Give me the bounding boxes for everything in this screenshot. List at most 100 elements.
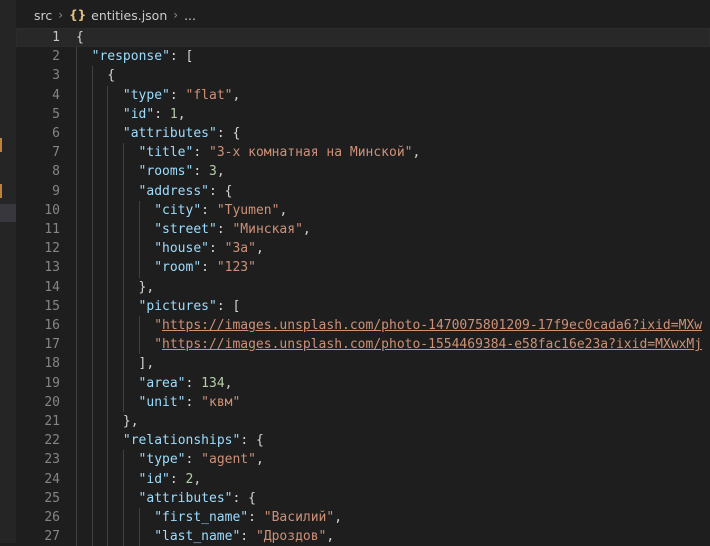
code-token: ], [138,356,155,372]
indent-guide [76,335,77,355]
code-token: : [208,241,225,257]
code-token: : [154,106,170,122]
line-number: 1 [52,30,60,45]
indent-guide [76,316,77,336]
code-text: "response": [ [92,47,194,66]
code-line[interactable]: 8 "rooms": 3, [16,162,710,182]
indent-guide [107,143,109,163]
indent-guide [91,527,93,546]
indent-guide [91,220,93,240]
indent-guide [122,143,124,163]
code-line[interactable]: 11 "street": "Минская", [16,220,710,240]
code-token: : [240,529,256,545]
indent-guide [91,66,93,86]
line-number: 8 [52,164,60,180]
activity-selected-item[interactable] [0,204,16,222]
code-line[interactable]: 17 "https://images.unsplash.com/photo-155… [16,335,710,355]
code-text: "attributes": { [139,489,256,508]
code-token: : [193,145,209,161]
git-modified-marker [0,138,2,152]
code-line[interactable]: 22 "relationships": { [16,431,710,451]
code-line[interactable]: 23 "type": "agent", [16,450,710,470]
indent-guide [76,124,77,144]
code-token: " [154,337,163,353]
code-text: { [107,66,115,85]
activity-bar [0,0,16,543]
code-token: "123" [216,260,256,276]
code-token: "response" [91,49,170,65]
json-file-icon: {} [69,8,87,22]
code-token: "id" [138,471,170,487]
code-line[interactable]: 6 "attributes": { [16,124,710,144]
code-token: "type" [138,452,186,468]
code-line[interactable]: 2 "response": [ [16,47,710,67]
code-line[interactable]: 10 "city": "Tyumen", [16,200,710,220]
indent-guide [107,469,109,489]
code-token: , [177,106,186,122]
indent-guide [107,431,109,451]
code-line[interactable]: 5 "id": 1, [16,104,710,124]
code-line[interactable]: 7 "title": "3-х комнатная на Минской", [16,143,710,163]
breadcrumb-file[interactable]: entities.json [91,8,167,23]
code-text: "room": "123" [154,258,256,277]
code-line[interactable]: 27 "last_name": "Дроздов", [16,527,710,546]
indent-guide [107,104,109,124]
indent-guide [138,508,140,528]
code-token: "title" [138,145,194,161]
code-line[interactable]: 16 "https://images.unsplash.com/photo-147… [16,316,710,336]
code-token: : [185,375,202,391]
code-text: "id": 2, [139,470,202,489]
code-line[interactable]: 14}, [16,277,710,297]
line-number: 2 [52,49,60,65]
code-line[interactable]: 25 "attributes": { [16,488,710,508]
code-token: "area" [138,375,186,391]
code-token: : [169,471,186,487]
chevron-right-icon: › [173,8,179,22]
code-token: "flat" [185,87,233,103]
indent-guide [76,143,77,163]
code-text: "title": "3-х комнатная на Минской", [139,143,421,162]
indent-guide [122,373,124,393]
code-line[interactable]: 4 "type": "flat", [16,85,710,105]
code-line[interactable]: 20 "unit": "квм" [16,392,710,412]
code-token: : [169,87,186,103]
code-token: }, [122,414,139,429]
line-number: 22 [44,433,60,449]
indent-guide [122,450,124,470]
indent-guide [91,181,93,201]
breadcrumb-folder[interactable]: src [34,8,52,23]
line-number: 14 [44,279,60,295]
code-editor[interactable]: 1{2 "response": [3{4 "type": "flat", 5 "id":… [16,28,710,546]
code-line[interactable]: 12 "house": "3a", [16,239,710,259]
code-line[interactable]: 13 "room": "123" [16,258,710,278]
code-token: , [232,87,241,103]
indent-guide [91,162,93,182]
code-text: "pictures": [ [139,297,241,316]
code-line[interactable]: 9 "address": { [16,181,710,201]
code-text: "house": "3a", [154,239,264,258]
indent-guide [76,200,77,220]
indent-guide [76,47,77,67]
code-line[interactable]: 18], [16,354,710,374]
url-link[interactable]: https://images.unsplash.com/photo-147007… [162,318,702,333]
indent-guide [76,239,77,259]
code-line[interactable]: 1{ [16,28,710,48]
code-line[interactable]: 19 "area": 134, [16,373,710,393]
indent-guide [107,392,109,412]
code-line[interactable]: 26 "first_name": "Василий", [16,508,710,528]
code-text: "street": "Минская", [154,220,311,239]
code-line[interactable]: 15 "pictures": [ [16,296,710,316]
breadcrumb-symbol[interactable]: ... [184,8,196,23]
code-line[interactable]: 3{ [16,66,710,86]
code-token: "type" [122,87,170,103]
url-link[interactable]: https://images.unsplash.com/photo-155446… [162,337,702,352]
code-token: "Василий" [263,510,335,525]
code-text: "type": "flat", [123,86,240,105]
indent-guide [138,200,140,220]
code-line[interactable]: 21}, [16,412,710,432]
code-token: "last_name" [154,529,241,545]
code-line[interactable]: 24 "id": 2, [16,469,710,489]
indent-guide [107,412,109,432]
indent-guide [76,220,77,240]
indent-guide [91,143,93,163]
